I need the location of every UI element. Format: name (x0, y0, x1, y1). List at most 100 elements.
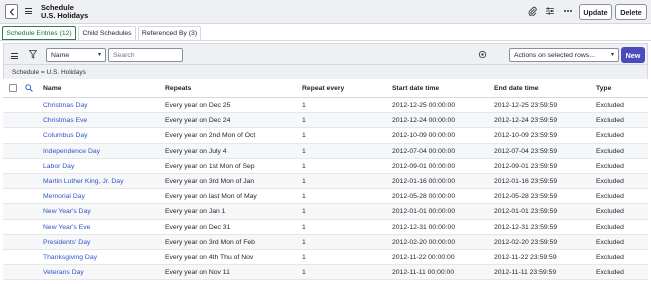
cell-end-date-time: 2012-07-04 23:59:59 (494, 147, 558, 155)
cell-end-date-time: 2012-05-28 23:59:59 (494, 193, 558, 201)
table-row[interactable]: Christmas Eve Every year on Dec 24 1 2012-1… (3, 113, 648, 129)
cell-repeats: Every year on July 4 (165, 147, 227, 155)
cell-repeat-every: 1 (302, 208, 306, 216)
cell-repeats: Every year on 2nd Mon of Oct (165, 132, 256, 140)
cell-repeats: Every year on 3rd Mon of Jan (165, 177, 255, 185)
cell-start-date-time: 2012-11-11 00:00:00 (392, 269, 455, 277)
cell-type: Excluded (596, 238, 624, 246)
back-button[interactable] (5, 4, 18, 19)
hamburger-icon[interactable] (25, 8, 32, 16)
cell-start-date-time: 2012-01-01 00:00:00 (392, 208, 456, 216)
cell-repeat-every: 1 (302, 162, 306, 170)
cell-repeat-every: 1 (302, 269, 306, 277)
cell-name[interactable]: New Year's Eve (43, 224, 90, 231)
table-row[interactable]: New Year's Day Every year on Jan 1 1 2012-0… (3, 204, 648, 220)
cell-type: Excluded (596, 102, 624, 109)
related-list-tabs: Schedule Entries (12) Child Schedules Re… (0, 24, 651, 41)
more-icon[interactable] (563, 6, 573, 16)
table-row[interactable]: New Year's Eve Every year on Dec 31 1 2012-… (3, 220, 648, 235)
table-header: Name Repeats Repeat every Start date tim… (3, 80, 648, 98)
cell-start-date-time: 2012-12-25 00:00:00 (392, 102, 456, 109)
table-row[interactable]: Martin Luther King, Jr. Day Every year on… (3, 173, 648, 190)
cell-repeat-every: 1 (302, 117, 306, 125)
cell-start-date-time: 2012-11-22 00:00:00 (392, 253, 455, 261)
cell-end-date-time: 2012-11-22 23:59:59 (494, 253, 557, 261)
table-row[interactable]: Columbus Day Every year on 2nd Mon of Oct… (3, 128, 648, 144)
cell-type: Excluded (596, 117, 624, 125)
cell-start-date-time: 2012-09-01 00:00:00 (392, 162, 456, 170)
form-header: Schedule U.S. Holidays Update Delete (0, 0, 651, 24)
cell-type: Excluded (596, 177, 624, 185)
cell-repeats: Every year on Dec 31 (165, 223, 231, 231)
cell-name[interactable]: Columbus Day (43, 132, 88, 139)
tab-child-schedules[interactable]: Child Schedules (78, 26, 136, 40)
delete-button[interactable]: Delete (615, 4, 647, 20)
select-all-checkbox[interactable] (9, 84, 17, 92)
table-row[interactable]: Memorial Day Every year on last Mon of Ma… (3, 189, 648, 205)
column-header-repeats[interactable]: Repeats (165, 85, 191, 92)
cell-name[interactable]: Veterans Day (43, 269, 84, 276)
table-row[interactable]: Presidents' Day Every year on 3rd Mon of … (3, 234, 648, 250)
table-row[interactable]: Veterans Day Every year on Nov 11 1 2012-11… (3, 265, 648, 281)
cell-end-date-time: 2012-12-25 23:59:59 (494, 102, 558, 109)
cell-type: Excluded (596, 208, 624, 216)
search-icon[interactable] (25, 84, 33, 92)
cell-name[interactable]: Christmas Eve (43, 117, 87, 124)
column-header-type[interactable]: Type (596, 85, 611, 92)
tab-schedule-entries[interactable]: Schedule Entries (12) (2, 26, 76, 40)
cell-repeat-every: 1 (302, 253, 306, 261)
chevron-down-icon: ▾ (97, 52, 101, 58)
cell-name[interactable]: Martin Luther King, Jr. Day (43, 178, 123, 185)
cell-name[interactable]: Labor Day (43, 163, 74, 170)
table-row[interactable]: Thanksgiving Day Every year on 4th Thu of… (3, 250, 648, 266)
cell-name[interactable]: Memorial Day (43, 193, 85, 200)
search-input[interactable] (108, 48, 183, 62)
cell-type: Excluded (596, 193, 624, 201)
cell-name[interactable]: Presidents' Day (43, 239, 90, 246)
cell-end-date-time: 2012-02-20 23:59:59 (494, 238, 558, 246)
breadcrumb[interactable]: Schedule = U.S. Holidays (3, 65, 648, 79)
schedule-entries-table: Name Repeats Repeat every Start date tim… (3, 80, 648, 281)
table-row[interactable]: Independence Day Every year on July 4 1 201… (3, 143, 648, 159)
actions-select[interactable]: Actions on selected rows... ▾ (509, 48, 619, 62)
cell-start-date-time: 2012-12-24 00:00:00 (392, 117, 456, 125)
table-body: Christmas Day Every year on Dec 25 1 2012-1… (3, 98, 648, 281)
settings-sliders-icon[interactable] (545, 6, 555, 16)
cell-end-date-time: 2012-12-24 23:59:59 (494, 117, 558, 125)
table-row[interactable]: Christmas Day Every year on Dec 25 1 2012-1… (3, 98, 648, 114)
cell-type: Excluded (596, 162, 624, 170)
cell-start-date-time: 2012-12-31 00:00:00 (392, 223, 456, 231)
column-header-start-date-time[interactable]: Start date time (392, 85, 439, 92)
cell-end-date-time: 2012-09-01 23:59:59 (494, 162, 558, 170)
cell-repeat-every: 1 (302, 223, 306, 231)
cell-end-date-time: 2012-01-01 23:59:59 (494, 208, 558, 216)
cell-start-date-time: 2012-05-28 00:00:00 (392, 193, 456, 201)
cell-type: Excluded (596, 132, 624, 140)
filter-icon[interactable] (29, 50, 37, 59)
column-header-repeat-every[interactable]: Repeat every (302, 85, 344, 92)
new-button[interactable]: New (621, 47, 645, 63)
cell-name[interactable]: New Year's Day (43, 208, 91, 215)
column-header-name[interactable]: Name (43, 85, 62, 92)
cell-end-date-time: 2012-12-31 23:59:59 (494, 223, 558, 231)
column-header-end-date-time[interactable]: End date time (494, 85, 539, 92)
cell-name[interactable]: Christmas Day (43, 102, 88, 109)
cell-repeats: Every year on Nov 11 (165, 269, 230, 277)
attachment-icon[interactable] (527, 6, 537, 16)
cell-repeats: Every year on Dec 24 (165, 117, 231, 125)
cell-name[interactable]: Independence Day (43, 148, 100, 155)
cell-start-date-time: 2012-02-20 00:00:00 (392, 238, 456, 246)
cell-end-date-time: 2012-10-09 23:59:59 (494, 132, 558, 140)
list-menu-icon[interactable] (11, 53, 18, 61)
search-field-select[interactable]: Name ▾ (46, 48, 106, 62)
cell-start-date-time: 2012-07-04 00:00:00 (392, 147, 456, 155)
cell-start-date-time: 2012-10-09 00:00:00 (392, 132, 456, 140)
update-button[interactable]: Update (579, 4, 612, 20)
tab-referenced-by[interactable]: Referenced By (3) (138, 26, 201, 40)
cell-repeat-every: 1 (302, 132, 306, 140)
gear-icon[interactable] (478, 50, 487, 59)
table-row[interactable]: Labor Day Every year on 1st Mon of Sep 1 20… (3, 159, 648, 174)
title-block: Schedule U.S. Holidays (41, 4, 88, 20)
cell-repeat-every: 1 (302, 147, 306, 155)
cell-name[interactable]: Thanksgiving Day (43, 254, 97, 261)
